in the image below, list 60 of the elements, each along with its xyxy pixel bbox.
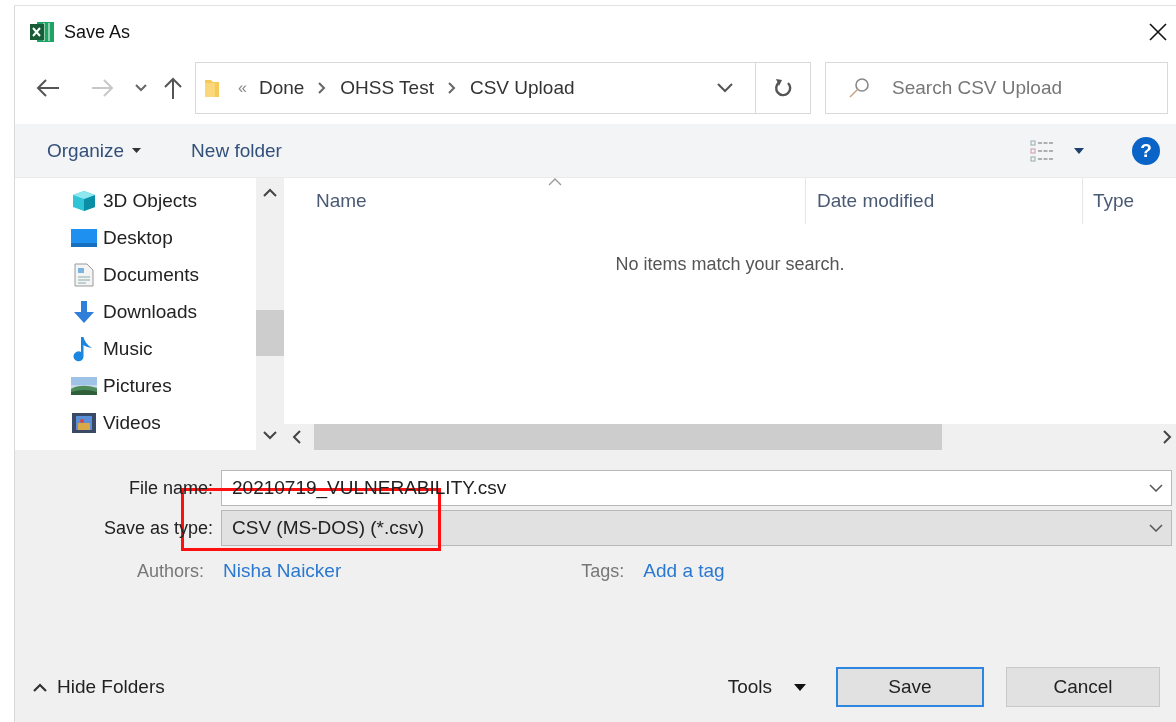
chevron-down-icon[interactable]: [717, 83, 733, 93]
cancel-button[interactable]: Cancel: [1006, 667, 1160, 707]
close-button[interactable]: [1148, 22, 1168, 42]
up-arrow-icon[interactable]: [163, 76, 183, 100]
landscape-image-icon: [71, 376, 97, 395]
sidebar-item[interactable]: Music: [71, 330, 256, 367]
chevron-down-icon[interactable]: [1149, 524, 1163, 532]
window-title: Save As: [64, 21, 131, 43]
chevron-down-icon[interactable]: [1149, 484, 1163, 492]
save-button[interactable]: Save: [836, 667, 984, 707]
sidebar-item[interactable]: 3D Objects: [71, 182, 256, 219]
caret-icon: [132, 148, 142, 153]
film-strip-icon: [71, 412, 97, 433]
back-arrow-icon[interactable]: [35, 78, 61, 98]
folder-icon: [204, 78, 220, 98]
authors-label: Authors:: [135, 560, 205, 582]
empty-message: No items match your search.: [615, 254, 845, 276]
search-icon: [848, 77, 870, 99]
cube-icon: [71, 189, 97, 212]
scroll-left-icon[interactable]: [292, 430, 302, 444]
sidebar-item[interactable]: Documents: [71, 256, 256, 293]
organize-menu[interactable]: Organize: [47, 139, 125, 162]
breadcrumb-overflow[interactable]: «: [238, 79, 247, 97]
column-header[interactable]: Date modified: [806, 178, 1083, 224]
sidebar-item[interactable]: Downloads: [71, 293, 256, 330]
caret-icon[interactable]: [1074, 147, 1084, 154]
authors-link[interactable]: Nisha Naicker: [223, 560, 342, 582]
address-bar[interactable]: « Done OHSS Test CSV Upload: [195, 62, 811, 114]
chevron-up-icon: [33, 682, 47, 692]
tools-menu[interactable]: Tools: [727, 676, 772, 698]
scroll-down-icon[interactable]: [263, 430, 277, 440]
scroll-up-icon[interactable]: [263, 188, 277, 198]
tags-label: Tags:: [581, 560, 625, 582]
spreadsheet-app-icon: [29, 20, 55, 44]
search-input[interactable]: Search CSV Upload: [892, 63, 1167, 113]
breadcrumb-item[interactable]: CSV Upload: [469, 77, 575, 99]
monitor-icon: [71, 228, 97, 247]
file-type-dropdown[interactable]: CSV (MS-DOS) (*.csv): [221, 510, 1172, 546]
scrollbar-thumb[interactable]: [314, 424, 942, 450]
chevron-down-icon[interactable]: [135, 84, 147, 92]
scroll-right-icon[interactable]: [1162, 430, 1172, 444]
sidebar-item[interactable]: Pictures: [71, 367, 256, 404]
breadcrumb-item[interactable]: Done: [258, 77, 305, 99]
column-header[interactable]: Name: [284, 178, 806, 224]
search-field[interactable]: Search CSV Upload: [825, 62, 1168, 114]
hide-folders-button[interactable]: Hide Folders: [15, 676, 165, 698]
add-tag-link[interactable]: Add a tag: [643, 560, 725, 582]
refresh-icon[interactable]: [773, 77, 793, 99]
document-icon: [71, 262, 97, 287]
download-arrow-icon: [71, 299, 97, 324]
new-folder-button[interactable]: New folder: [191, 139, 282, 162]
caret-icon[interactable]: [794, 683, 806, 691]
help-button[interactable]: ?: [1132, 136, 1160, 165]
sidebar-item[interactable]: Desktop: [71, 219, 256, 256]
chevron-right-icon: [318, 82, 327, 94]
chevron-right-icon: [447, 82, 456, 94]
breadcrumb-item[interactable]: OHSS Test: [340, 77, 434, 99]
column-header[interactable]: Type: [1083, 178, 1135, 224]
sidebar-item[interactable]: Videos: [71, 404, 256, 441]
scrollbar-thumb[interactable]: [256, 310, 284, 356]
